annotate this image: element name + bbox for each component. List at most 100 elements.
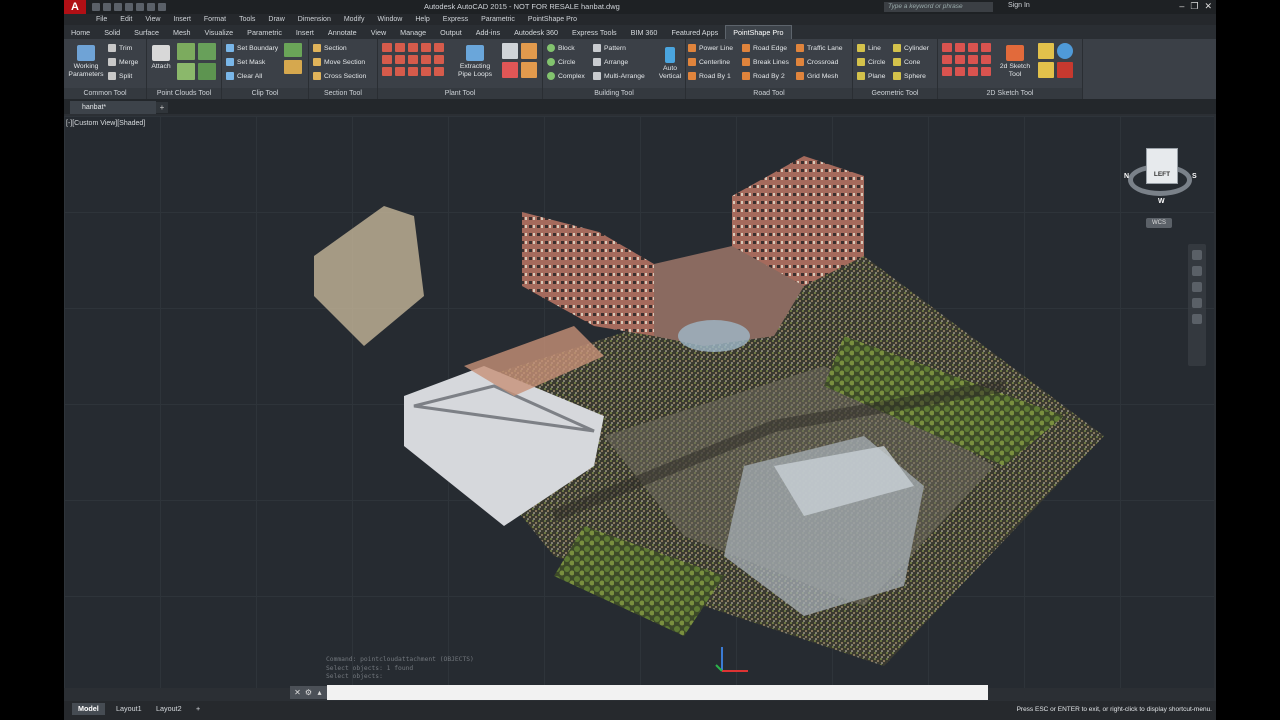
menu-express[interactable]: Express	[443, 16, 468, 23]
globe-icon[interactable]	[1057, 43, 1073, 59]
menu-edit[interactable]: Edit	[120, 16, 132, 23]
compass-west[interactable]: W	[1158, 198, 1165, 205]
tab-visualize[interactable]: Visualize	[198, 26, 241, 39]
cross-section-button[interactable]: Cross Section	[313, 72, 366, 80]
split-button[interactable]: Split	[108, 72, 132, 80]
tab-manage[interactable]: Manage	[393, 26, 433, 39]
pipe-icon[interactable]	[382, 55, 392, 64]
tab-express-tools[interactable]: Express Tools	[565, 26, 624, 39]
save-icon[interactable]	[114, 3, 122, 11]
pointcloud-icon[interactable]	[177, 43, 195, 60]
orbit-icon[interactable]	[1192, 298, 1202, 308]
tab-mesh[interactable]: Mesh	[166, 26, 198, 39]
tab-featured-apps[interactable]: Featured Apps	[664, 26, 725, 39]
pipe-icon[interactable]	[395, 67, 405, 76]
open-icon[interactable]	[103, 3, 111, 11]
viewport-controls-label[interactable]: [-][Custom View][Shaded]	[66, 120, 145, 127]
menu-draw[interactable]: Draw	[268, 16, 284, 23]
auto-vertical-button[interactable]: Auto Vertical	[657, 47, 683, 81]
pipe-icon[interactable]	[421, 43, 431, 52]
sketch-icon[interactable]	[981, 67, 991, 76]
sketch-icon[interactable]	[955, 67, 965, 76]
power-line-button[interactable]: Power Line	[688, 44, 733, 52]
plane-button[interactable]: Plane	[857, 72, 885, 80]
cylinder-button[interactable]: Cylinder	[893, 44, 929, 52]
clip-icon[interactable]	[284, 43, 302, 57]
menu-dimension[interactable]: Dimension	[298, 16, 331, 23]
sketch-icon[interactable]	[942, 43, 952, 52]
set-mask-button[interactable]: Set Mask	[226, 58, 265, 66]
menu-insert[interactable]: Insert	[173, 16, 191, 23]
sketch-icon[interactable]	[942, 67, 952, 76]
saveas-icon[interactable]	[125, 3, 133, 11]
sign-in-link[interactable]: Sign In	[1008, 2, 1030, 9]
centerline-button[interactable]: Centerline	[688, 58, 730, 66]
drawing-viewport[interactable]: [-][Custom View][Shaded] LEFT N S W WCS …	[64, 116, 1214, 700]
add-layout-plus-icon[interactable]: +	[190, 703, 206, 715]
section-button[interactable]: Section	[313, 44, 347, 52]
break-lines-button[interactable]: Break Lines	[742, 58, 789, 66]
grid-mesh-button[interactable]: Grid Mesh	[796, 72, 838, 80]
tab-addins[interactable]: Add-ins	[469, 26, 507, 39]
complex-button[interactable]: Complex	[547, 72, 585, 80]
road-edge-button[interactable]: Road Edge	[742, 44, 787, 52]
attach-button[interactable]: Attach	[149, 45, 173, 71]
pipe-icon[interactable]	[395, 55, 405, 64]
tab-solid[interactable]: Solid	[97, 26, 127, 39]
app-menu-button[interactable]: A	[64, 0, 86, 14]
sketch-icon[interactable]	[968, 67, 978, 76]
working-parameters-button[interactable]: Working Parameters	[66, 45, 106, 79]
pipe-icon[interactable]	[434, 43, 444, 52]
layout-tab-layout1[interactable]: Layout1	[110, 703, 148, 715]
clip-icon[interactable]	[284, 60, 302, 74]
pipe-icon[interactable]	[395, 43, 405, 52]
minimize-icon[interactable]: –	[1179, 1, 1184, 12]
clear-all-button[interactable]: Clear All	[226, 72, 262, 80]
plant-icon[interactable]	[502, 43, 518, 59]
new-icon[interactable]	[92, 3, 100, 11]
multi-arrange-button[interactable]: Multi-Arrange	[593, 72, 645, 80]
menu-parametric[interactable]: Parametric	[481, 16, 515, 23]
road-by-2-button[interactable]: Road By 2	[742, 72, 785, 80]
trim-button[interactable]: Trim	[108, 44, 132, 52]
tab-home[interactable]: Home	[64, 26, 97, 39]
pipe-icon[interactable]	[408, 43, 418, 52]
pipe-icon[interactable]	[421, 55, 431, 64]
2d-sketch-tool-button[interactable]: 2d Sketch Tool	[998, 45, 1032, 79]
sketch-icon[interactable]	[955, 55, 965, 64]
pipe-icon[interactable]	[408, 67, 418, 76]
showmotion-icon[interactable]	[1192, 314, 1202, 324]
layout-tab-model[interactable]: Model	[72, 703, 105, 715]
compass-south[interactable]: S	[1192, 173, 1197, 180]
block-button[interactable]: Block	[547, 44, 575, 52]
new-tab-plus-icon[interactable]: +	[156, 102, 168, 113]
menu-format[interactable]: Format	[204, 16, 226, 23]
zoom-icon[interactable]	[1192, 282, 1202, 292]
chevron-up-icon[interactable]: ▴	[315, 688, 324, 697]
move-section-button[interactable]: Move Section	[313, 58, 365, 66]
wrench-icon[interactable]: ⚙	[304, 688, 313, 697]
tab-autodesk360[interactable]: Autodesk 360	[507, 26, 565, 39]
pointcloud-icon[interactable]	[198, 43, 216, 60]
traffic-lane-button[interactable]: Traffic Lane	[796, 44, 843, 52]
circle-button[interactable]: Circle	[547, 58, 575, 66]
compass-north[interactable]: N	[1124, 173, 1129, 180]
undo-icon[interactable]	[147, 3, 155, 11]
merge-button[interactable]: Merge	[108, 58, 138, 66]
viewcube-face-left[interactable]: LEFT	[1146, 148, 1178, 184]
tab-bim360[interactable]: BIM 360	[624, 26, 665, 39]
close-icon[interactable]: ✕	[293, 688, 302, 697]
wcs-menu[interactable]: WCS	[1146, 218, 1172, 228]
tab-annotate[interactable]: Annotate	[321, 26, 364, 39]
pipe-icon[interactable]	[382, 67, 392, 76]
menu-file[interactable]: File	[96, 16, 107, 23]
tab-parametric[interactable]: Parametric	[240, 26, 289, 39]
tab-pointshape-pro[interactable]: PointShape Pro	[725, 25, 792, 39]
tab-insert[interactable]: Insert	[289, 26, 321, 39]
pointcloud-icon[interactable]	[177, 63, 195, 80]
pipe-icon[interactable]	[408, 55, 418, 64]
cone-button[interactable]: Cone	[893, 58, 920, 66]
viewcube[interactable]: LEFT N S W WCS	[1122, 146, 1202, 228]
menu-help[interactable]: Help	[415, 16, 429, 23]
arrow-icon[interactable]	[1057, 62, 1073, 78]
